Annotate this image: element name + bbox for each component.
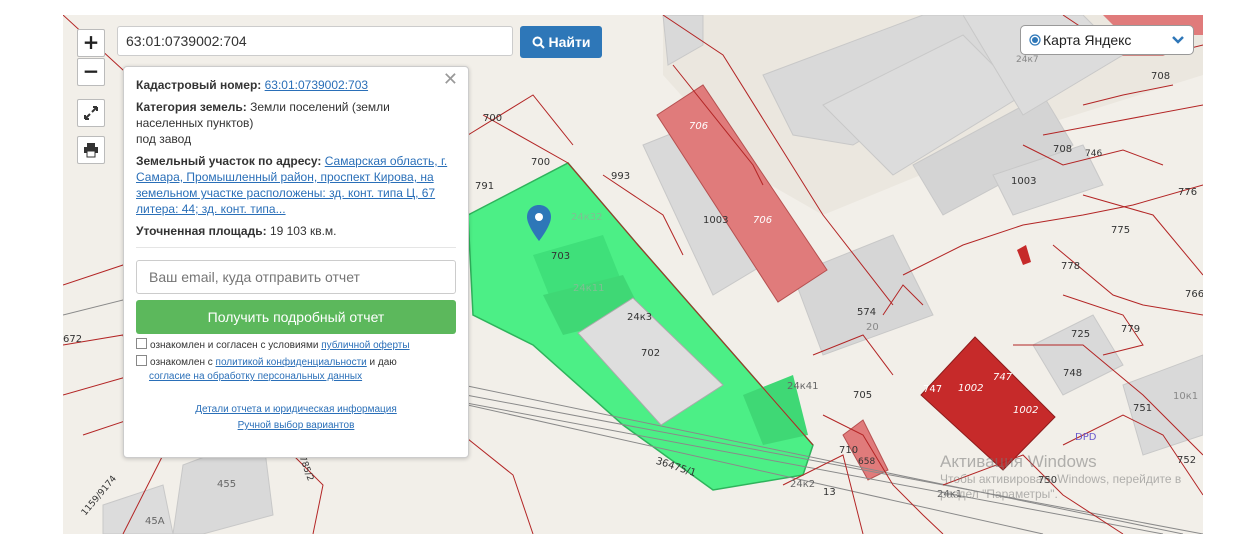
map-label: 700 [531, 157, 551, 168]
windows-activation-watermark: Активация Windows Чтобы активировать Win… [940, 452, 1181, 502]
map-label: 710 [839, 445, 859, 456]
chevron-down-icon [1172, 36, 1184, 44]
map-label: 1002 [1013, 405, 1039, 416]
cadastral-number-row: Кадастровый номер: 63:01:0739002:703 [136, 77, 456, 93]
map-label: 13 [823, 487, 836, 498]
offer-text: ознакомлен и согласен с условиями [150, 340, 319, 351]
map-label: 708 [1151, 71, 1171, 82]
address-row: Земельный участок по адресу: Самарская о… [136, 153, 456, 217]
map-label: 766 [1185, 289, 1203, 300]
map-label: 706 [753, 215, 773, 226]
map-label: 1003 [703, 215, 729, 226]
fullscreen-button[interactable] [77, 99, 105, 127]
map-label: 779 [1121, 324, 1141, 335]
search-icon [532, 36, 545, 49]
map-label: 748 [1063, 368, 1083, 379]
map-label: 1002 [958, 383, 984, 394]
map-label: 703 [551, 251, 571, 262]
map-label: 455 [217, 479, 237, 490]
map-label: 725 [1071, 329, 1091, 340]
privacy-checkbox[interactable] [136, 355, 147, 366]
offer-agreement: ознакомлен и согласен с условиями публич… [136, 338, 456, 353]
offer-link[interactable]: публичной оферты [321, 340, 409, 351]
map-label: 747 [923, 384, 943, 395]
report-details-link[interactable]: Детали отчета и юридическая информация [195, 404, 397, 415]
privacy-text: ознакомлен с [150, 357, 213, 368]
map-label: 24к32 [571, 212, 603, 223]
cadastral-label: Кадастровый номер: [136, 78, 262, 92]
expand-icon [84, 106, 98, 120]
category-label: Категория земель: [136, 100, 247, 114]
close-icon[interactable]: ✕ [443, 70, 458, 88]
map-label: 24к3 [627, 312, 653, 323]
category-row: Категория земель: Земли поселений (земли… [136, 99, 456, 147]
usage-value: под завод [136, 132, 192, 146]
map-label: DPD [1075, 432, 1097, 443]
map-label: 705 [853, 390, 873, 401]
map-layer-label: Карта Яндекс [1043, 32, 1132, 48]
map-layer-select[interactable]: Карта Яндекс [1020, 25, 1194, 55]
printer-icon [84, 143, 98, 158]
map-label: 993 [611, 171, 631, 182]
zoom-out-button[interactable]: − [77, 58, 105, 86]
zoom-in-button[interactable]: + [77, 29, 105, 57]
map-label: 10к1 [1173, 391, 1199, 402]
area-row: Уточненная площадь: 19 103 кв.м. [136, 223, 456, 239]
personal-data-consent-link[interactable]: согласие на обработку персональных данны… [149, 371, 362, 382]
privacy-text-2: и даю [369, 357, 397, 368]
cadastral-number-link[interactable]: 63:01:0739002:703 [265, 78, 368, 92]
map-label: 776 [1178, 187, 1198, 198]
map-label: 24к41 [787, 381, 819, 392]
map-label: 574 [857, 307, 877, 318]
manual-selection-link[interactable]: Ручной выбор вариантов [238, 420, 355, 431]
parcel-info-popup: ✕ Кадастровый номер: 63:01:0739002:703 К… [123, 66, 469, 458]
map-label: 706 [689, 121, 709, 132]
find-button[interactable]: Найти [520, 26, 602, 58]
popup-footer-links: Детали отчета и юридическая информация Р… [136, 402, 456, 434]
map-label: 1003 [1011, 176, 1037, 187]
map-label: 791 [475, 181, 495, 192]
map-label: 751 [1133, 403, 1153, 414]
location-pin-icon[interactable] [527, 205, 551, 241]
print-button[interactable] [77, 136, 105, 164]
privacy-policy-link[interactable]: политикой конфиденциальности [216, 357, 367, 368]
cadastral-search-input[interactable] [117, 26, 513, 56]
map-label: 778 [1061, 261, 1081, 272]
area-label: Уточненная площадь: [136, 224, 267, 238]
map-label: 746 [1085, 149, 1103, 159]
get-report-button[interactable]: Получить подробный отчет [136, 300, 456, 334]
map-label: 775 [1111, 225, 1131, 236]
map-label: 24к7 [1016, 55, 1039, 65]
map-label: 702 [641, 348, 661, 359]
privacy-agreement: ознакомлен с политикой конфиденциальност… [136, 355, 456, 384]
area-value: 19 103 кв.м. [269, 224, 337, 238]
radio-selected-icon [1029, 34, 1041, 46]
watermark-line1: Чтобы активировать Windows, перейдите в [940, 472, 1182, 486]
map-label: 747 [993, 372, 1013, 383]
map-label: 672 [63, 334, 83, 345]
map-label: 708 [1053, 144, 1073, 155]
map-label: 24к11 [573, 283, 605, 294]
map-label: 658 [858, 457, 876, 467]
find-button-label: Найти [548, 34, 591, 50]
address-label: Земельный участок по адресу: [136, 154, 322, 168]
map-label: 24к2 [790, 479, 816, 490]
watermark-line2: раздел "Параметры". [940, 487, 1058, 501]
email-input[interactable] [136, 260, 456, 294]
offer-checkbox[interactable] [136, 338, 147, 349]
watermark-title: Активация Windows [940, 452, 1097, 471]
map-label: 700 [483, 113, 503, 124]
map-label: 20 [866, 322, 879, 333]
map-label: 45А [145, 516, 165, 527]
